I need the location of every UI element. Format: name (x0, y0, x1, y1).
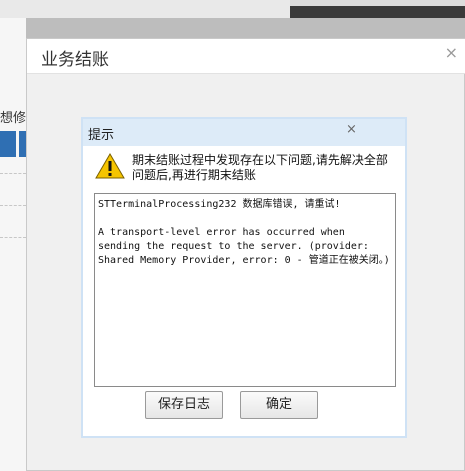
error-details-textarea[interactable]: STTerminalProcessing232 数据库错误, 请重试! A tr… (94, 193, 396, 387)
background-label: 想修 (0, 111, 27, 126)
background-selected-row-edge (19, 131, 26, 157)
background-divider (0, 205, 26, 206)
background-selected-row (0, 131, 16, 157)
dialog-header: 提示 × (83, 119, 405, 146)
ok-button[interactable]: 确定 (240, 391, 318, 419)
background-divider (0, 237, 26, 238)
top-bar-panel (0, 0, 290, 18)
close-icon[interactable]: × (346, 122, 357, 137)
prompt-dialog: 提示 × 期末结账过程中发现存在以下问题,请先解决全部问题后,再进行期末结账 S… (81, 117, 407, 438)
close-icon[interactable]: × (445, 43, 458, 62)
window-header: 业务结账 × (27, 39, 465, 74)
top-bar-edge (290, 0, 465, 6)
background-divider (0, 173, 26, 174)
save-log-button[interactable]: 保存日志 (145, 391, 223, 419)
window-title: 业务结账 (41, 50, 109, 70)
dialog-title: 提示 (88, 128, 115, 143)
background-app-strip: 想修 (0, 18, 26, 471)
dialog-message: 期末结账过程中发现存在以下问题,请先解决全部问题后,再进行期末结账 (132, 153, 388, 182)
warning-icon (95, 153, 125, 179)
